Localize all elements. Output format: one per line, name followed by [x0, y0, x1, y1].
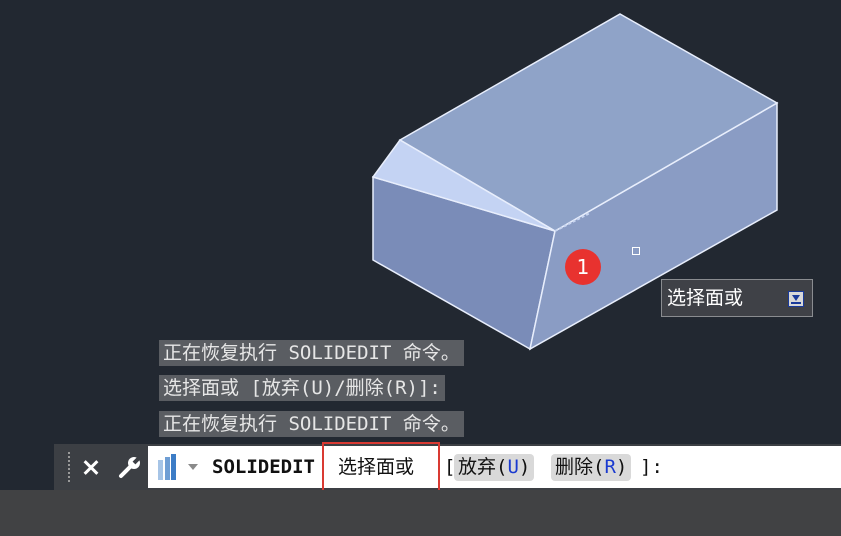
option-undo-button[interactable]: 放弃(U) — [454, 454, 535, 481]
history-line: 正在恢复执行 SOLIDEDIT 命令。 — [159, 340, 464, 366]
dynamic-input-tooltip: 选择面或 — [661, 279, 813, 317]
step-marker-badge: 1 — [565, 249, 601, 285]
status-bar — [0, 490, 841, 536]
history-line: 正在恢复执行 SOLIDEDIT 命令。 — [159, 411, 464, 437]
options-bracket-close: ]: — [640, 456, 663, 478]
active-command-name: SOLIDEDIT — [212, 456, 315, 478]
insert-down-icon[interactable] — [788, 291, 804, 307]
option-key: U — [507, 456, 519, 478]
drawing-viewport[interactable]: 1 选择面或 正在恢复执行 SOLIDEDIT 命令。 选择面或 [放弃(U)/… — [0, 0, 841, 490]
option-remove-button[interactable]: 删除(R) — [551, 454, 632, 481]
command-input-field[interactable]: SOLIDEDIT 选择面或 [ 放弃(U) 删除(R) ]: — [148, 446, 841, 488]
close-icon[interactable] — [74, 444, 108, 490]
recent-commands-dropdown-icon[interactable] — [188, 464, 198, 470]
tooltip-text: 选择面或 — [667, 287, 744, 309]
drag-grip-handle[interactable] — [68, 452, 70, 482]
option-label: 放弃 — [458, 456, 497, 478]
option-label: 删除 — [555, 456, 594, 478]
command-line-icon[interactable] — [158, 454, 176, 480]
history-line: 选择面或 [放弃(U)/删除(R)]: — [159, 375, 445, 401]
pick-box-cursor — [632, 247, 640, 255]
command-line-bar: SOLIDEDIT 选择面或 [ 放弃(U) 删除(R) ]: — [54, 444, 841, 490]
option-key: R — [604, 456, 616, 478]
wrench-icon[interactable] — [112, 444, 146, 490]
